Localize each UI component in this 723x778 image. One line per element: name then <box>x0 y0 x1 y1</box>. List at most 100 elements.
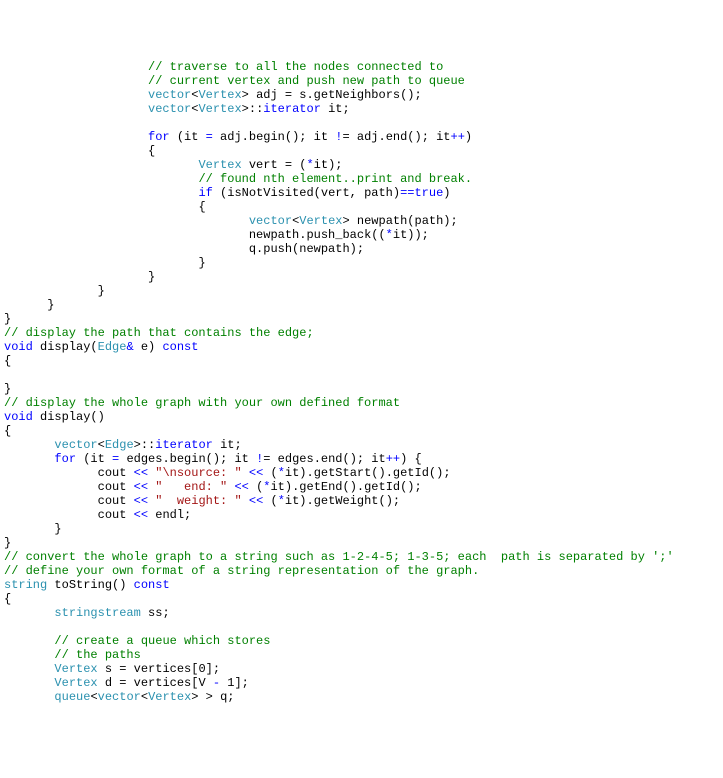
code-token-keyword: * <box>278 494 285 508</box>
code-token-plain: cout <box>98 508 134 522</box>
code-token-plain: display() <box>33 410 105 424</box>
code-token-plain: s = vertices[0]; <box>98 662 220 676</box>
code-token-plain: } <box>98 284 105 298</box>
code-line: } <box>4 256 719 270</box>
code-line <box>4 620 719 634</box>
code-token-plain: { <box>198 200 205 214</box>
code-token-plain: d = vertices[V <box>98 676 213 690</box>
code-line: vector<Vertex> newpath(path); <box>4 214 719 228</box>
code-token-plain: } <box>198 256 205 270</box>
code-line: } <box>4 312 719 326</box>
code-line: cout << "\nsource: " << (*it).getStart()… <box>4 466 719 480</box>
code-token-plain <box>242 494 249 508</box>
code-token-plain: } <box>4 536 11 550</box>
code-line: cout << " weight: " << (*it).getWeight()… <box>4 494 719 508</box>
code-token-plain: edges.begin(); it <box>119 452 256 466</box>
code-token-plain: (it <box>170 130 206 144</box>
code-line: } <box>4 298 719 312</box>
code-token-plain: newpath.push_back(( <box>249 228 386 242</box>
code-line: { <box>4 200 719 214</box>
code-token-comment: // the paths <box>54 648 140 662</box>
code-token-keyword: iterator <box>263 102 321 116</box>
code-token-plain: > newpath(path); <box>342 214 457 228</box>
code-token-comment: // create a queue which stores <box>54 634 270 648</box>
code-token-keyword: ++ <box>451 130 465 144</box>
code-token-plain: ) { <box>400 452 422 466</box>
code-line: newpath.push_back((*it)); <box>4 228 719 242</box>
code-line: // display the whole graph with your own… <box>4 396 719 410</box>
code-token-plain: >:: <box>242 102 264 116</box>
code-token-plain: it).getWeight(); <box>285 494 400 508</box>
code-line: cout << " end: " << (*it).getEnd().getId… <box>4 480 719 494</box>
code-token-plain: = adj.end(); it <box>342 130 450 144</box>
code-line: for (it = adj.begin(); it != adj.end(); … <box>4 130 719 144</box>
code-token-type: Edge <box>98 340 127 354</box>
code-token-plain: < <box>98 438 105 452</box>
code-token-keyword: * <box>386 228 393 242</box>
code-token-string: " weight: " <box>155 494 241 508</box>
code-token-plain: it; <box>213 438 242 452</box>
code-line: if (isNotVisited(vert, path)==true) <box>4 186 719 200</box>
code-token-plain: toString() <box>47 578 133 592</box>
code-token-plain: it).getStart().getId(); <box>285 466 451 480</box>
code-line: // found nth element..print and break. <box>4 172 719 186</box>
code-token-plain: ss; <box>141 606 170 620</box>
code-line: void display() <box>4 410 719 424</box>
code-token-type: vector <box>148 102 191 116</box>
code-token-plain: it); <box>314 158 343 172</box>
code-line: { <box>4 354 719 368</box>
code-token-type: Vertex <box>198 102 241 116</box>
code-token-type: Vertex <box>148 690 191 704</box>
code-token-keyword: ++ <box>386 452 400 466</box>
code-line: { <box>4 144 719 158</box>
code-token-plain: { <box>4 424 11 438</box>
code-token-plain: e) <box>134 340 163 354</box>
code-token-string: " end: " <box>155 480 227 494</box>
code-token-plain: > > q; <box>191 690 234 704</box>
code-token-plain: } <box>148 270 155 284</box>
code-token-type: queue <box>54 690 90 704</box>
code-token-plain: ) <box>465 130 472 144</box>
code-line: vector<Edge>::iterator it; <box>4 438 719 452</box>
code-token-plain: adj.begin(); it <box>213 130 335 144</box>
code-token-comment: // found nth element..print and break. <box>198 172 472 186</box>
code-token-plain: display( <box>33 340 98 354</box>
code-token-keyword: << <box>134 466 148 480</box>
code-line: // display the path that contains the ed… <box>4 326 719 340</box>
code-token-plain: vert = ( <box>242 158 307 172</box>
code-line: } <box>4 522 719 536</box>
code-token-type: vector <box>249 214 292 228</box>
code-line <box>4 368 719 382</box>
code-token-keyword: * <box>278 466 285 480</box>
code-token-comment: // traverse to all the nodes connected t… <box>148 60 443 74</box>
code-token-keyword: - <box>213 676 220 690</box>
code-token-keyword: << <box>249 494 263 508</box>
code-token-plain: ( <box>249 480 263 494</box>
code-token-plain: > adj = s.getNeighbors(); <box>242 88 422 102</box>
code-token-keyword: for <box>54 452 76 466</box>
code-token-keyword: * <box>306 158 313 172</box>
code-token-plain: } <box>4 312 11 326</box>
code-token-type: Vertex <box>299 214 342 228</box>
code-line: // traverse to all the nodes connected t… <box>4 60 719 74</box>
code-token-type: Vertex <box>198 88 241 102</box>
code-token-plain: { <box>4 592 11 606</box>
code-line: Vertex s = vertices[0]; <box>4 662 719 676</box>
code-token-keyword: << <box>234 480 248 494</box>
code-line: vector<Vertex>::iterator it; <box>4 102 719 116</box>
code-line: } <box>4 382 719 396</box>
code-token-type: Vertex <box>198 158 241 172</box>
code-block: // traverse to all the nodes connected t… <box>4 60 719 704</box>
code-token-keyword: void <box>4 410 33 424</box>
code-token-keyword: if <box>198 186 212 200</box>
code-token-plain: (isNotVisited(vert, path) <box>213 186 400 200</box>
code-token-type: vector <box>148 88 191 102</box>
code-token-plain: { <box>148 144 155 158</box>
code-line: // create a queue which stores <box>4 634 719 648</box>
code-token-type: string <box>4 578 47 592</box>
code-line: q.push(newpath); <box>4 242 719 256</box>
code-token-plain: endl; <box>148 508 191 522</box>
code-token-comment: // current vertex and push new path to q… <box>148 74 465 88</box>
code-token-plain: } <box>54 522 61 536</box>
code-token-type: Vertex <box>54 676 97 690</box>
